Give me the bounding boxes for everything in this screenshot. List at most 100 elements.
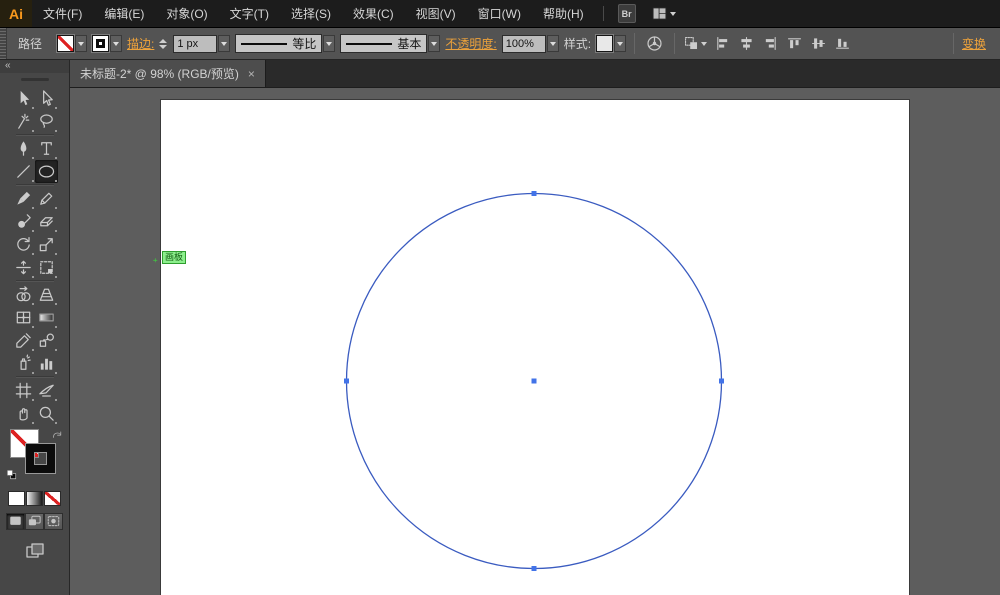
close-icon[interactable]: ×: [248, 68, 255, 80]
width-profile-dropdown[interactable]: [323, 35, 336, 52]
document-tab-bar: 未标题-2* @ 98% (RGB/预览) ×: [70, 60, 1000, 88]
brush-definition-combo[interactable]: 基本: [340, 34, 441, 53]
align-horizontal-left-button[interactable]: [711, 32, 734, 55]
fill-dropdown-button[interactable]: [75, 35, 88, 52]
tools-panel: «: [0, 60, 70, 595]
symbol-sprayer-tool[interactable]: [12, 352, 35, 375]
pen-tool[interactable]: [12, 137, 35, 160]
direct-selection-tool[interactable]: [35, 87, 58, 110]
line-segment-tool[interactable]: [12, 160, 35, 183]
opacity-input[interactable]: [501, 34, 546, 53]
menu-item-effect[interactable]: 效果(C): [342, 0, 405, 27]
rotate-tool[interactable]: [12, 233, 35, 256]
paintbrush-tool[interactable]: [12, 187, 35, 210]
opacity-panel-link[interactable]: 不透明度:: [445, 35, 496, 52]
align-vertical-bottom-button[interactable]: [831, 32, 854, 55]
workspace-switcher-button[interactable]: [648, 4, 679, 23]
app-logo[interactable]: Ai: [0, 0, 32, 27]
magic-wand-tool[interactable]: [12, 110, 35, 133]
fill-color-combo[interactable]: [57, 35, 88, 52]
paint-mode-row: [8, 491, 61, 506]
gradient-mode-button[interactable]: [26, 491, 43, 506]
column-graph-tool[interactable]: [35, 352, 58, 375]
menu-item-window[interactable]: 窗口(W): [467, 0, 532, 27]
control-bar: 路径 描边: 等比 基本 不透明度: 样式:: [0, 28, 1000, 60]
draw-inside-button[interactable]: [44, 513, 63, 530]
controlbar-divider: [952, 33, 954, 54]
eraser-tool[interactable]: [35, 210, 58, 233]
panel-drag-handle[interactable]: [20, 78, 49, 81]
stroke-weight-combo[interactable]: [173, 34, 231, 53]
zoom-tool[interactable]: [35, 402, 58, 425]
align-panel-button[interactable]: [683, 32, 707, 55]
tools-grid: [12, 87, 58, 425]
stroke-color-combo[interactable]: [92, 35, 123, 52]
document-tab[interactable]: 未标题-2* @ 98% (RGB/预览) ×: [70, 60, 266, 87]
workspace-grid-icon: [651, 5, 668, 22]
fill-none-swatch[interactable]: [57, 35, 75, 52]
menu-item-edit[interactable]: 编辑(E): [93, 0, 155, 27]
canvas-viewport[interactable]: 画板: [70, 88, 1000, 595]
hand-tool[interactable]: [12, 402, 35, 425]
artboard-tool[interactable]: [12, 379, 35, 402]
stroke-color-swatch[interactable]: [92, 35, 110, 52]
draw-normal-button[interactable]: [6, 513, 25, 530]
color-mode-button[interactable]: [8, 491, 25, 506]
stroke-weight-stepper[interactable]: [159, 38, 168, 49]
bridge-button[interactable]: Br: [617, 4, 636, 23]
blob-brush-tool[interactable]: [12, 210, 35, 233]
scale-tool[interactable]: [35, 233, 58, 256]
controlbar-divider: [674, 33, 676, 54]
ellipse-tool[interactable]: [34, 160, 58, 183]
stroke-panel-link[interactable]: 描边:: [127, 35, 154, 52]
draw-behind-button[interactable]: [25, 513, 44, 530]
eyedropper-tool[interactable]: [12, 329, 35, 352]
menu-item-file[interactable]: 文件(F): [32, 0, 93, 27]
align-vertical-top-button[interactable]: [783, 32, 806, 55]
slice-tool[interactable]: [35, 379, 58, 402]
blend-tool[interactable]: [35, 329, 58, 352]
gradient-tool[interactable]: [35, 306, 58, 329]
opacity-dropdown[interactable]: [546, 35, 559, 52]
stroke-weight-dropdown[interactable]: [218, 35, 231, 52]
panel-grip[interactable]: [0, 28, 7, 59]
mesh-tool[interactable]: [12, 306, 35, 329]
type-tool[interactable]: [35, 137, 58, 160]
align-horizontal-right-button[interactable]: [759, 32, 782, 55]
graphic-style-combo[interactable]: [596, 35, 627, 52]
default-fill-stroke-button[interactable]: [6, 469, 19, 482]
recolor-artwork-button[interactable]: [643, 32, 666, 55]
menu-item-type[interactable]: 文字(T): [219, 0, 280, 27]
selection-context-label: 路径: [18, 37, 43, 51]
menu-item-select[interactable]: 选择(S): [280, 0, 342, 27]
pencil-tool[interactable]: [35, 187, 58, 210]
width-tool[interactable]: [12, 256, 35, 279]
screen-mode-button[interactable]: [22, 540, 48, 562]
graphic-style-swatch[interactable]: [596, 35, 614, 52]
brush-definition-label: 基本: [397, 37, 422, 51]
tools-panel-collapse-button[interactable]: «: [0, 60, 69, 73]
selection-tool[interactable]: [12, 87, 35, 110]
artboard[interactable]: [161, 100, 909, 595]
lasso-tool[interactable]: [35, 110, 58, 133]
width-profile-combo[interactable]: 等比: [235, 34, 336, 53]
stroke-weight-input[interactable]: [173, 34, 218, 53]
swap-fill-stroke-button[interactable]: [51, 429, 64, 442]
stroke-color-indicator[interactable]: [25, 444, 55, 473]
menu-item-help[interactable]: 帮助(H): [532, 0, 595, 27]
graphic-style-dropdown[interactable]: [614, 35, 627, 52]
none-mode-button[interactable]: [44, 491, 61, 506]
drawing-modes-row: [6, 513, 63, 530]
opacity-combo[interactable]: [501, 34, 559, 53]
shape-builder-tool[interactable]: [12, 283, 35, 306]
stroke-dropdown-button[interactable]: [110, 35, 123, 52]
align-vertical-center-button[interactable]: [807, 32, 830, 55]
align-horizontal-center-button[interactable]: [735, 32, 758, 55]
brush-definition-dropdown[interactable]: [428, 35, 441, 52]
menu-item-object[interactable]: 对象(O): [155, 0, 218, 27]
transform-panel-link[interactable]: 变换: [962, 35, 986, 52]
recolor-artwork-icon: [645, 34, 664, 53]
perspective-grid-tool[interactable]: [35, 283, 58, 306]
menu-item-view[interactable]: 视图(V): [405, 0, 467, 27]
free-transform-tool[interactable]: [35, 256, 58, 279]
